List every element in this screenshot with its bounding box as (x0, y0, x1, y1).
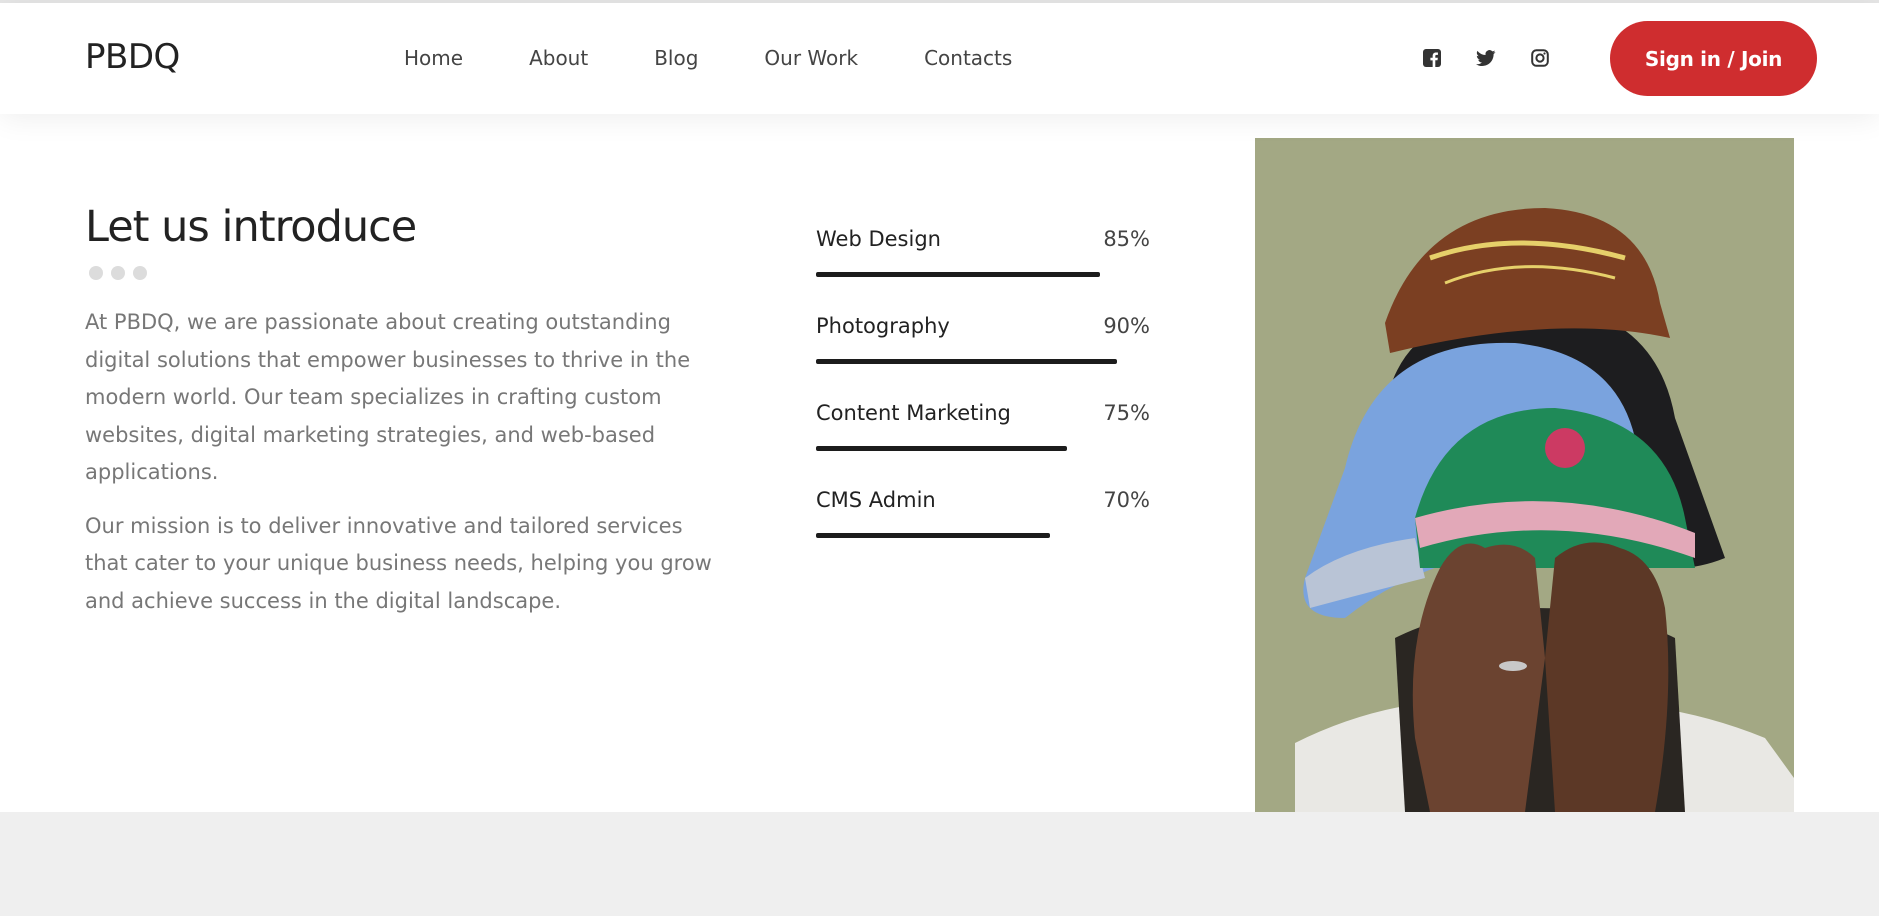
intro-paragraph: Our mission is to deliver innovative and… (85, 513, 712, 613)
skill-percent: 70% (1103, 488, 1150, 512)
skill-name: Content Marketing (816, 401, 1011, 425)
instagram-icon[interactable] (1530, 48, 1550, 68)
social-links (1422, 48, 1550, 68)
signin-join-button[interactable]: Sign in / Join (1610, 21, 1817, 96)
skill-progress-fill (816, 359, 1117, 364)
skill-progress-bar (816, 533, 1150, 538)
skill-progress-fill (816, 446, 1067, 451)
nav-home[interactable]: Home (404, 46, 463, 70)
skill-name: CMS Admin (816, 488, 936, 512)
intro-text: At PBDQ, we are passionate about creatin… (85, 304, 725, 636)
skill-progress-fill (816, 272, 1100, 277)
nav-our-work[interactable]: Our Work (764, 46, 858, 70)
skill-progress-fill (816, 533, 1050, 538)
twitter-icon[interactable] (1476, 48, 1496, 68)
site-header: PBDQ Home About Blog Our Work Contacts S… (0, 3, 1879, 114)
skill-photography: Photography 90% (816, 314, 1150, 401)
site-logo[interactable]: PBDQ (85, 37, 180, 77)
intro-paragraph: At PBDQ, we are passionate about creatin… (85, 310, 691, 484)
intro-photo (1255, 138, 1794, 812)
skill-percent: 75% (1103, 401, 1150, 425)
title-divider-dots (89, 266, 155, 280)
skill-progress-bar (816, 272, 1150, 277)
skill-name: Photography (816, 314, 950, 338)
skill-content-marketing: Content Marketing 75% (816, 401, 1150, 488)
skill-name: Web Design (816, 227, 941, 251)
skill-percent: 85% (1103, 227, 1150, 251)
skill-progress-bar (816, 446, 1150, 451)
footer-band (0, 812, 1879, 916)
facebook-icon[interactable] (1422, 48, 1442, 68)
nav-contacts[interactable]: Contacts (924, 46, 1012, 70)
skills-list: Web Design 85% Photography 90% Content M… (816, 227, 1150, 575)
skill-web-design: Web Design 85% (816, 227, 1150, 314)
nav-blog[interactable]: Blog (654, 46, 698, 70)
main-nav: Home About Blog Our Work Contacts (404, 46, 1012, 70)
intro-title: Let us introduce (85, 202, 417, 252)
skill-percent: 90% (1103, 314, 1150, 338)
skill-progress-bar (816, 359, 1150, 364)
nav-about[interactable]: About (529, 46, 588, 70)
skill-cms-admin: CMS Admin 70% (816, 488, 1150, 575)
